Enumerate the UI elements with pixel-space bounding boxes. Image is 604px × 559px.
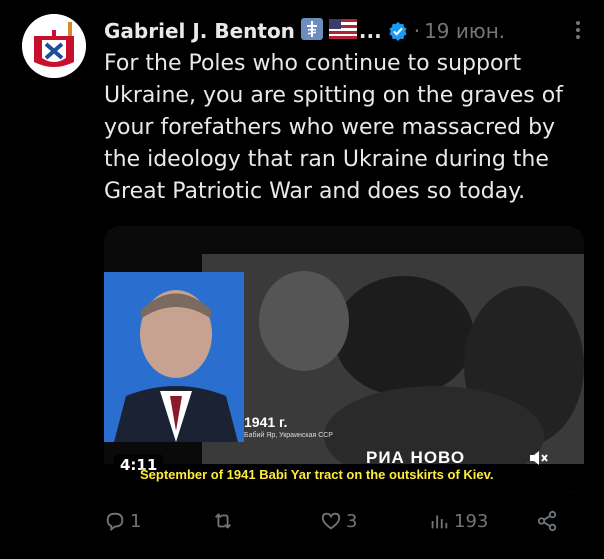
name-ellipsis: ... (358, 19, 382, 43)
views-count: 193 (454, 510, 489, 532)
author-name[interactable]: Gabriel J. Benton (104, 19, 295, 43)
reply-button[interactable]: 1 (104, 510, 141, 532)
tweet-header: Gabriel J. Benton ... · 19 июн. (104, 14, 590, 48)
tweet-text: For the Poles who continue to support Uk… (104, 51, 563, 204)
video-player[interactable]: 1941 г. Бабий Яр, Украинская ССР РИА НОВ… (104, 226, 584, 492)
tweet-date[interactable]: 19 июн. (424, 19, 505, 43)
caption-place: Бабий Яр, Украинская ССР (244, 432, 333, 439)
avatar[interactable] (22, 14, 86, 78)
views-icon (431, 515, 448, 529)
reply-count: 1 (130, 510, 142, 532)
video-subtitle: September of 1941 Babi Yar tract on the … (140, 467, 494, 482)
orthodox-cross-icon (300, 18, 323, 44)
more-icon[interactable] (566, 18, 590, 42)
us-flag-icon (328, 19, 357, 43)
share-icon (537, 510, 557, 532)
video-frame (104, 226, 584, 492)
like-icon (321, 512, 341, 530)
verified-badge-icon (389, 21, 407, 41)
retweet-icon (215, 513, 231, 529)
action-bar: 1 3 193 (104, 510, 564, 540)
share-button[interactable] (536, 510, 558, 532)
mute-icon[interactable] (528, 448, 550, 468)
retweet-button[interactable] (212, 510, 238, 532)
caption-year: 1941 г. (244, 414, 288, 430)
views-button[interactable]: 193 (428, 510, 488, 532)
separator-dot: · (413, 19, 421, 43)
broadcaster-logo: РИА НОВО (366, 448, 466, 467)
like-button[interactable]: 3 (320, 510, 357, 532)
like-count: 3 (346, 510, 358, 532)
reply-icon (106, 512, 124, 532)
